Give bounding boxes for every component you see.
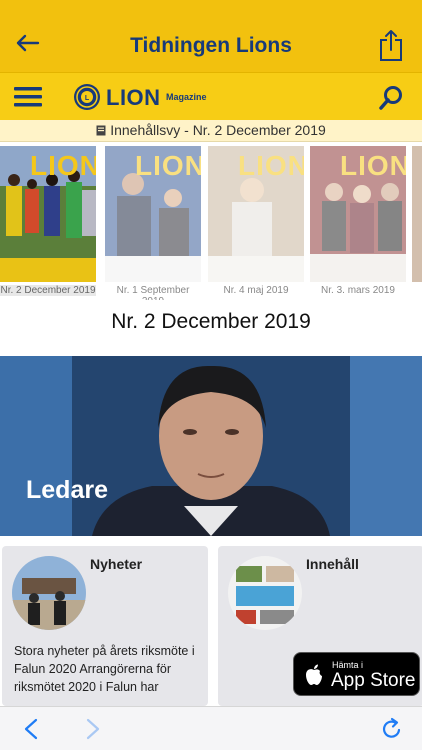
news-body: Stora nyheter på årets riksmöte i Falun …: [14, 644, 195, 694]
cover-masthead: LION: [30, 150, 96, 181]
cover-photo: [310, 146, 406, 282]
current-issue-title: Nr. 2 December 2019: [111, 310, 311, 333]
hero-bg-right: [350, 356, 422, 536]
hero-bg-left: [0, 356, 74, 536]
lions-emblem-icon: L: [74, 84, 100, 110]
issue-view-bar: Innehållsvy - Nr. 2 December 2019: [0, 120, 422, 142]
back-chevron-icon[interactable]: [20, 717, 44, 741]
cover-item[interactable]: LION Nr. 3. mars 2019: [310, 146, 406, 298]
cover-image: LION: [208, 146, 304, 282]
app-store-big-text: App Store: [331, 670, 416, 691]
brand-bar: L LION Magazine: [0, 72, 422, 120]
contents-heading: Innehåll: [306, 556, 359, 572]
share-icon[interactable]: [378, 28, 404, 62]
cover-label: Nr. 4 maj 2019: [223, 285, 289, 296]
cover-photo: [208, 146, 304, 282]
app-store-small-text: Hämta i: [332, 660, 364, 670]
reload-icon[interactable]: [380, 717, 404, 741]
news-thumbnail: [12, 556, 86, 630]
cover-masthead: LION: [135, 150, 201, 181]
brand-name: LION: [106, 85, 161, 110]
cover-image: LION: [105, 146, 201, 282]
cover-label: Nr. 3. mars 2019: [321, 285, 395, 296]
cover-masthead: LION: [238, 150, 304, 181]
apple-logo-icon: [306, 664, 322, 685]
cover-image: LION: [0, 146, 96, 282]
top-bar: Tidningen Lions: [0, 0, 422, 72]
cover-masthead: LION: [340, 150, 406, 181]
cover-image: [412, 146, 422, 282]
hamburger-menu-icon[interactable]: [12, 83, 44, 111]
page-title: Tidningen Lions: [130, 34, 292, 57]
contents-photo: [228, 556, 302, 630]
bottom-toolbar: [0, 706, 422, 750]
search-icon[interactable]: [378, 85, 404, 111]
news-card[interactable]: Nyheter Stora nyheter på årets riksmöte …: [2, 546, 208, 706]
cover-label: Nr. 1 September 2019: [116, 285, 190, 300]
cover-image: LION: [310, 146, 406, 282]
brand-subtitle: Magazine: [166, 92, 207, 102]
hero-label: Ledare: [26, 476, 108, 504]
app-store-badge[interactable]: Hämta i App Store: [293, 652, 420, 696]
cover-label: Nr. 2 December 2019: [0, 285, 96, 296]
contents-thumbnail: [228, 556, 302, 630]
news-photo: [12, 556, 86, 630]
forward-chevron-icon[interactable]: [80, 717, 104, 741]
issue-view-text: Innehållsvy - Nr. 2 December 2019: [110, 122, 326, 138]
hero-ledare[interactable]: Ledare: [0, 356, 422, 536]
news-heading: Nyheter: [90, 556, 143, 572]
cover-item[interactable]: [412, 146, 422, 298]
cover-photo: [105, 146, 201, 282]
cover-item[interactable]: LION Nr. 4 maj 2019: [208, 146, 304, 298]
cover-item[interactable]: LION Nr. 1 September 2019: [105, 146, 201, 300]
hero-portrait: [72, 356, 350, 536]
cover-item[interactable]: LION Nr. 2 December 2019: [0, 146, 96, 298]
issue-carousel[interactable]: LION Nr. 2 December 2019 LION Nr. 1 Sept…: [0, 142, 422, 300]
document-icon: [96, 125, 106, 136]
svg-text:L: L: [85, 95, 90, 102]
